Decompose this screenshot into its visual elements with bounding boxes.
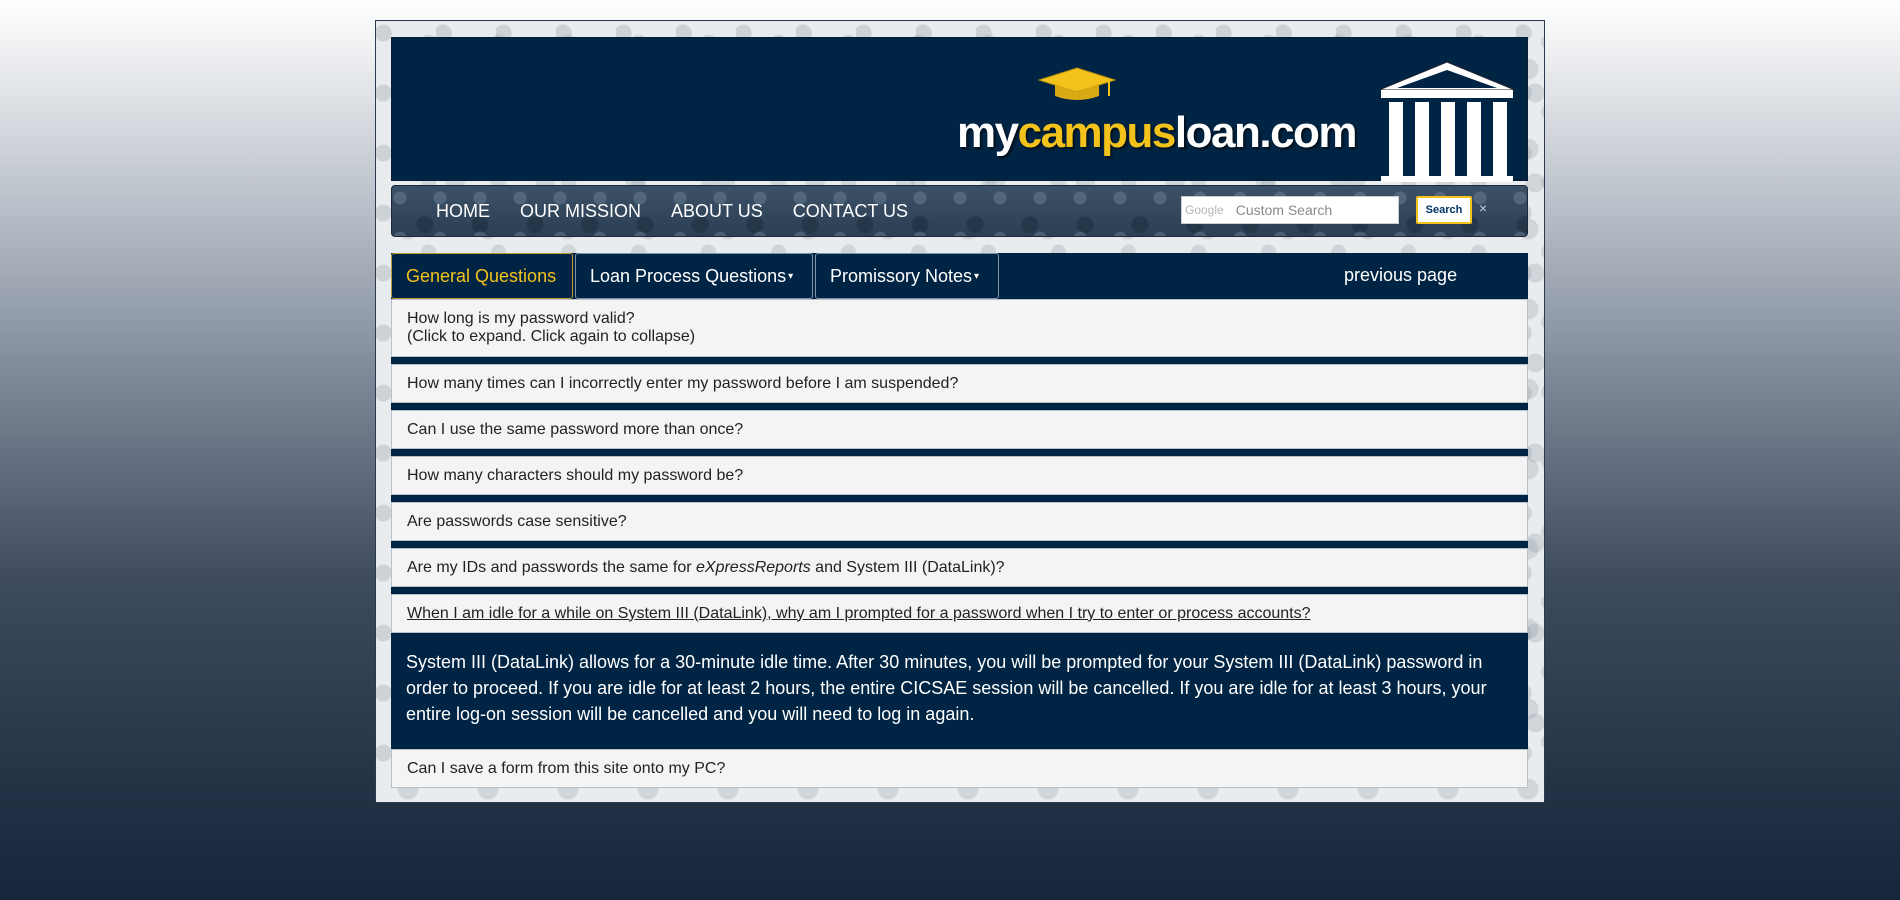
faq-question-text: How many times can I incorrectly enter m… (407, 374, 959, 392)
search-input[interactable] (1233, 201, 1388, 219)
tab-general-label: General Questions (406, 265, 557, 286)
divider (391, 449, 1528, 456)
faq-question-text: Can I use the same password more than on… (407, 420, 744, 438)
divider (391, 495, 1528, 502)
header-banner: mycampusloan.com (391, 37, 1528, 182)
logo-accent: campus (1017, 108, 1177, 157)
main-navbar: HOME OUR MISSION ABOUT US CONTACT US Goo… (391, 185, 1528, 237)
faq-question-password-length[interactable]: How many characters should my password b… (391, 456, 1528, 495)
faq-question-password-valid[interactable]: How long is my password valid? (Click to… (391, 299, 1528, 357)
tab-promissory-notes[interactable]: Promissory Notes ▾ (815, 253, 999, 299)
site-logo[interactable]: mycampusloan.com (957, 60, 1517, 182)
express-reports-italic: eXpressReports (696, 558, 811, 576)
faq-tabbar: General Questions Loan Process Questions… (391, 253, 1528, 299)
nav-about-us[interactable]: ABOUT US (671, 201, 763, 222)
faq-question-save-form[interactable]: Can I save a form from this site onto my… (391, 749, 1528, 788)
chevron-down-icon: ▾ (974, 270, 980, 282)
divider (391, 587, 1528, 594)
faq-list: How long is my password valid? (Click to… (391, 299, 1528, 788)
faq-question-suspended[interactable]: How many times can I incorrectly enter m… (391, 364, 1528, 403)
logo-wordmark: mycampusloan.com (957, 108, 1358, 158)
previous-page-link[interactable]: previous page (1344, 265, 1457, 286)
faq-question-text: Are my IDs and passwords the same for eX… (407, 559, 1005, 577)
faq-question-text: Are passwords case sensitive? (407, 512, 627, 530)
tab-loan-process-label: Loan Process Questions (590, 265, 787, 286)
faq-question-case-sensitive[interactable]: Are passwords case sensitive? (391, 502, 1528, 541)
nav-links: HOME OUR MISSION ABOUT US CONTACT US (436, 201, 938, 222)
faq-question-ids-same[interactable]: Are my IDs and passwords the same for eX… (391, 548, 1528, 587)
nav-contact-us[interactable]: CONTACT US (793, 201, 908, 222)
building-columns-icon (1378, 61, 1516, 182)
nav-our-mission[interactable]: OUR MISSION (520, 201, 641, 222)
content-column: mycampusloan.com HOME OUR MISSION ABOUT … (391, 37, 1528, 788)
divider (391, 541, 1528, 548)
faq-question-text: How long is my password valid? (407, 310, 635, 327)
google-mark: Google (1185, 203, 1224, 217)
logo-suffix: loan.com (1174, 108, 1358, 157)
clear-search-icon[interactable]: × (1479, 200, 1487, 216)
tab-promissory-label: Promissory Notes (830, 265, 973, 286)
divider (391, 403, 1528, 410)
chevron-down-icon: ▾ (788, 270, 794, 282)
faq-question-same-password[interactable]: Can I use the same password more than on… (391, 410, 1528, 449)
faq-question-text: When I am idle for a while on System III… (407, 604, 1311, 622)
search-field[interactable]: Google (1181, 196, 1399, 224)
faq-answer-idle-prompt: System III (DataLink) allows for a 30-mi… (391, 633, 1528, 749)
faq-question-idle-prompt[interactable]: When I am idle for a while on System III… (391, 594, 1528, 633)
faq-question-part: Are my IDs and passwords the same for (407, 558, 696, 576)
divider (391, 357, 1528, 364)
search-button[interactable]: Search (1416, 196, 1472, 224)
nav-home[interactable]: HOME (436, 201, 490, 222)
faq-question-text: How many characters should my password b… (407, 466, 744, 484)
graduation-cap-icon (1037, 67, 1117, 100)
page-frame: mycampusloan.com HOME OUR MISSION ABOUT … (375, 20, 1545, 803)
tab-general-questions[interactable]: General Questions (391, 253, 573, 299)
logo-prefix: my (957, 108, 1019, 157)
faq-question-text: Can I save a form from this site onto my… (407, 759, 726, 777)
tab-loan-process-questions[interactable]: Loan Process Questions ▾ (575, 253, 813, 299)
faq-question-part: and System III (DataLink)? (810, 558, 1005, 576)
faq-hint-text: (Click to expand. Click again to collaps… (407, 328, 696, 345)
